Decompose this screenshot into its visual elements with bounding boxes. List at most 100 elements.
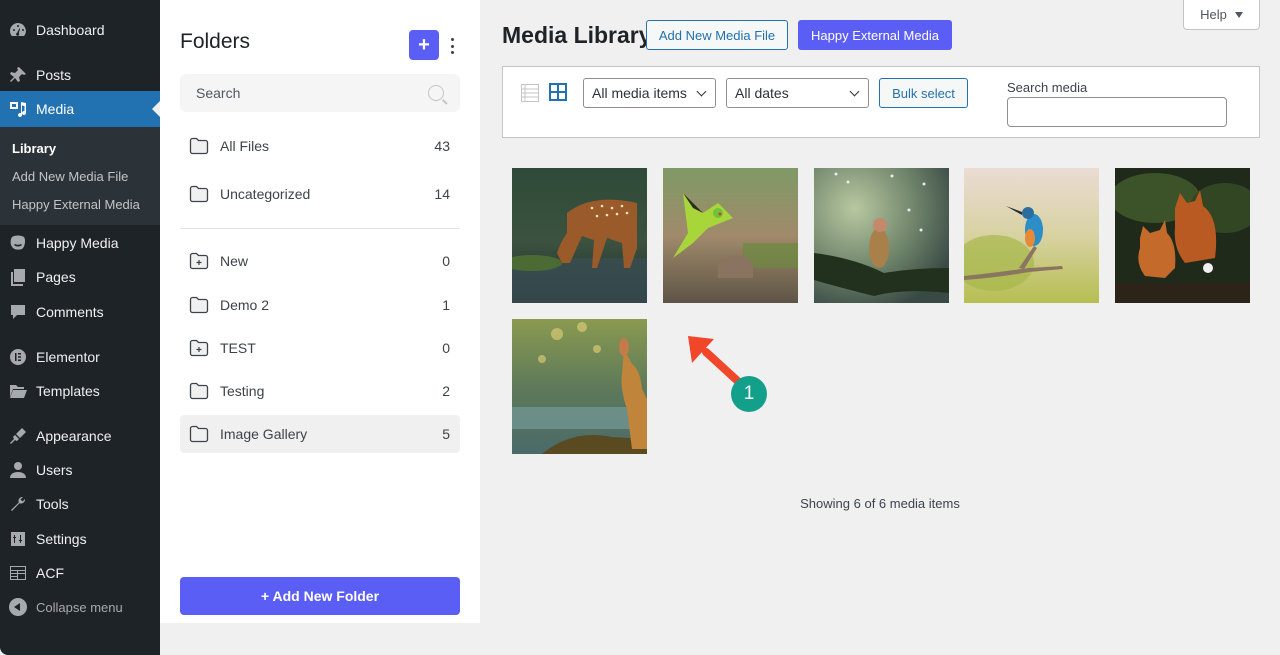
sidebar-item-appearance[interactable]: Appearance bbox=[0, 419, 160, 453]
folder-search bbox=[180, 74, 460, 112]
folder-search-input[interactable] bbox=[196, 85, 428, 101]
sidebar-item-media[interactable]: Media bbox=[0, 91, 160, 127]
chevron-down-icon bbox=[849, 86, 860, 97]
folder-count: 43 bbox=[434, 138, 450, 154]
folder-icon bbox=[189, 185, 209, 203]
media-count-status: Showing 6 of 6 media items bbox=[800, 496, 960, 511]
thumbnail-image bbox=[1115, 168, 1250, 303]
sidebar-item-dashboard[interactable]: Dashboard bbox=[0, 13, 160, 47]
wrench-icon bbox=[0, 494, 36, 514]
folder-name: New bbox=[220, 253, 249, 269]
collapse-arrow-icon bbox=[0, 598, 36, 616]
submenu-happy-external-media[interactable]: Happy External Media bbox=[12, 197, 140, 212]
admin-sidebar: Dashboard Posts Media Library Add New Me… bbox=[0, 0, 160, 655]
thumbnail-image bbox=[814, 168, 949, 303]
folders-title: Folders bbox=[180, 30, 251, 53]
folder-name: Uncategorized bbox=[220, 186, 311, 202]
collapse-menu-button[interactable]: Collapse menu bbox=[0, 590, 160, 624]
folder-icon bbox=[189, 137, 209, 155]
sidebar-item-settings[interactable]: Settings bbox=[0, 522, 160, 556]
sidebar-item-users[interactable]: Users bbox=[0, 453, 160, 487]
folder-count: 2 bbox=[442, 383, 450, 399]
sidebar-item-happy-media[interactable]: Happy Media bbox=[0, 226, 160, 260]
pages-icon bbox=[0, 267, 36, 287]
media-item-kingfisher[interactable] bbox=[964, 168, 1099, 303]
submenu-library[interactable]: Library bbox=[12, 141, 56, 156]
folder-name: Demo 2 bbox=[220, 297, 270, 313]
user-icon bbox=[0, 460, 36, 480]
folder-name: Testing bbox=[220, 383, 265, 399]
grid-view-icon[interactable] bbox=[549, 83, 567, 101]
settings-icon bbox=[0, 529, 36, 549]
folder-name: TEST bbox=[220, 340, 256, 356]
media-item-parakeet[interactable] bbox=[663, 168, 798, 303]
pin-icon bbox=[0, 65, 36, 85]
folder-divider bbox=[180, 228, 460, 229]
sidebar-item-tools[interactable]: Tools bbox=[0, 487, 160, 521]
folder-icon bbox=[189, 382, 209, 400]
search-media-input[interactable] bbox=[1007, 97, 1227, 127]
folder-count: 14 bbox=[434, 186, 450, 202]
folders-panel: Folders + All Files 43 Uncategorized 14 … bbox=[160, 0, 480, 623]
annotation-badge: 1 bbox=[731, 376, 767, 412]
folder-name: Image Gallery bbox=[220, 426, 308, 442]
list-view-icon[interactable] bbox=[521, 84, 539, 102]
folder-name: All Files bbox=[220, 138, 270, 154]
date-filter[interactable]: All dates bbox=[726, 78, 869, 108]
folder-count: 1 bbox=[442, 297, 450, 313]
caret-down-icon bbox=[1234, 11, 1243, 18]
sidebar-item-comments[interactable]: Comments bbox=[0, 295, 160, 329]
media-item-foxes[interactable] bbox=[1115, 168, 1250, 303]
folder-item-new[interactable]: New 0 bbox=[180, 242, 460, 280]
acf-icon bbox=[0, 563, 36, 583]
date-filter-value: All dates bbox=[735, 85, 789, 101]
folder-icon bbox=[189, 425, 209, 443]
folder-plus-icon bbox=[189, 252, 209, 270]
paintbrush-icon bbox=[0, 426, 36, 446]
media-item-fawn[interactable] bbox=[512, 168, 647, 303]
comment-icon bbox=[0, 302, 36, 322]
media-icon bbox=[0, 99, 36, 119]
thumbnail-image bbox=[512, 319, 647, 454]
folder-item-uncategorized[interactable]: Uncategorized 14 bbox=[180, 175, 460, 213]
search-icon bbox=[428, 85, 444, 101]
add-folder-icon-button[interactable]: + bbox=[409, 30, 439, 60]
folder-item-image-gallery[interactable]: Image Gallery 5 bbox=[180, 415, 460, 453]
folder-count: 0 bbox=[442, 253, 450, 269]
happy-external-media-button[interactable]: Happy External Media bbox=[798, 20, 952, 50]
page-title: Media Library bbox=[502, 22, 652, 48]
submenu-add-new-media-file[interactable]: Add New Media File bbox=[12, 169, 128, 184]
thumbnail-image bbox=[512, 168, 647, 303]
sidebar-item-templates[interactable]: Templates bbox=[0, 374, 160, 408]
sidebar-item-pages[interactable]: Pages bbox=[0, 260, 160, 294]
add-new-media-file-button[interactable]: Add New Media File bbox=[646, 20, 788, 50]
media-toolbar: All media items All dates Bulk select Se… bbox=[502, 66, 1260, 138]
search-media-label: Search media bbox=[1007, 80, 1088, 95]
media-item-forest-deer[interactable] bbox=[512, 319, 647, 454]
help-button[interactable]: Help bbox=[1183, 0, 1260, 30]
bulk-select-button[interactable]: Bulk select bbox=[879, 78, 968, 108]
folder-plus-icon bbox=[189, 339, 209, 357]
folder-count: 0 bbox=[442, 340, 450, 356]
media-item-bird-in-rain[interactable] bbox=[814, 168, 949, 303]
help-label: Help bbox=[1200, 7, 1227, 22]
folder-item-demo-2[interactable]: Demo 2 1 bbox=[180, 286, 460, 324]
media-type-filter[interactable]: All media items bbox=[583, 78, 716, 108]
sidebar-item-acf[interactable]: ACF bbox=[0, 556, 160, 590]
folder-item-test[interactable]: TEST 0 bbox=[180, 329, 460, 367]
media-submenu: Library Add New Media File Happy Externa… bbox=[0, 127, 160, 225]
dashboard-icon bbox=[0, 20, 36, 40]
add-new-folder-button[interactable]: + Add New Folder bbox=[180, 577, 460, 615]
folder-open-icon bbox=[0, 381, 36, 401]
thumbnail-image bbox=[964, 168, 1099, 303]
thumbnail-image bbox=[663, 168, 798, 303]
folder-item-all-files[interactable]: All Files 43 bbox=[180, 127, 460, 165]
sidebar-item-elementor[interactable]: Elementor bbox=[0, 340, 160, 374]
folder-count: 5 bbox=[442, 426, 450, 442]
media-type-filter-value: All media items bbox=[592, 85, 687, 101]
folder-item-testing[interactable]: Testing 2 bbox=[180, 372, 460, 410]
more-options-icon[interactable] bbox=[447, 36, 457, 56]
folder-icon bbox=[189, 296, 209, 314]
sidebar-item-posts[interactable]: Posts bbox=[0, 58, 160, 92]
happy-media-icon bbox=[0, 233, 36, 253]
